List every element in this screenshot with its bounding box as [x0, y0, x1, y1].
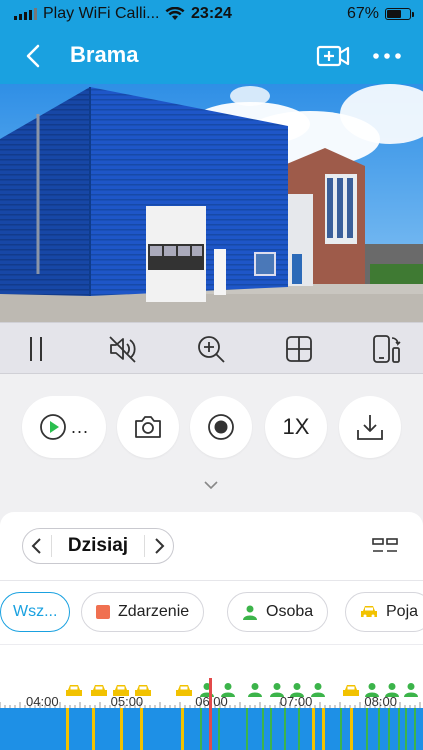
person-event-mark[interactable] [398, 708, 400, 750]
person-event-mark[interactable] [200, 708, 202, 750]
person-event-mark[interactable] [262, 708, 264, 750]
camera-icon [135, 416, 161, 438]
divider [0, 644, 423, 645]
battery-info: 67% [346, 5, 414, 23]
car-icon[interactable] [176, 685, 192, 696]
person-event-mark[interactable] [388, 708, 390, 750]
timeline-cursor[interactable] [209, 678, 212, 750]
date-navigator: Dzisiaj [22, 528, 174, 564]
mute-button[interactable] [108, 334, 138, 364]
filter-vehicle-label: Poja [386, 603, 419, 620]
person-icon [243, 605, 257, 620]
pause-button[interactable] [21, 334, 51, 364]
person-event-mark[interactable] [218, 708, 220, 750]
zoom-button[interactable] [196, 334, 226, 364]
speed-button[interactable]: 1X [265, 396, 327, 458]
more-options-icon[interactable] [370, 42, 404, 70]
play-circle-icon [40, 414, 66, 440]
add-camera-icon[interactable] [316, 42, 350, 70]
filter-chip-event[interactable]: Zdarzenie [81, 592, 205, 632]
back-chevron-icon[interactable] [20, 42, 48, 70]
car-icon [361, 606, 377, 618]
person-icon[interactable] [248, 683, 262, 697]
divider [0, 580, 423, 581]
player-toolbar [0, 322, 423, 374]
event-timeline[interactable]: 04:0005:0006:0007:0008:00 [0, 678, 423, 750]
camera-video-feed[interactable] [0, 84, 423, 322]
person-icon[interactable] [404, 683, 418, 697]
record-icon [208, 414, 234, 440]
previous-day-button[interactable] [23, 529, 51, 563]
filter-chip-person[interactable]: Osoba [227, 592, 329, 632]
vehicle-event-mark[interactable] [92, 708, 95, 750]
car-icon[interactable] [343, 685, 359, 696]
filter-all-label: Wsz... [13, 603, 58, 620]
next-day-button[interactable] [145, 529, 173, 563]
chevron-left-icon [31, 538, 41, 554]
vehicle-event-mark[interactable] [120, 708, 123, 750]
playback-label: ... [70, 416, 89, 437]
view-mode-icon[interactable] [372, 536, 398, 556]
snapshot-button[interactable] [117, 396, 179, 458]
grid-icon [286, 336, 312, 362]
person-event-mark[interactable] [284, 708, 286, 750]
vehicle-event-mark[interactable] [140, 708, 143, 750]
filter-chip-vehicle[interactable]: Poja [345, 592, 423, 632]
rotate-screen-button[interactable] [371, 334, 401, 364]
car-icon[interactable] [135, 685, 151, 696]
date-label[interactable]: Dzisiaj [51, 535, 145, 557]
vehicle-event-mark[interactable] [312, 708, 315, 750]
person-event-mark[interactable] [378, 708, 380, 750]
speaker-muted-icon [109, 336, 136, 363]
grid-view-button[interactable] [284, 334, 314, 364]
speed-label: 1X [282, 414, 310, 439]
car-icon[interactable] [91, 685, 107, 696]
person-icon[interactable] [270, 683, 284, 697]
download-button[interactable] [339, 396, 401, 458]
person-icon[interactable] [290, 683, 304, 697]
nav-bar: Brama [0, 28, 423, 84]
pause-icon [30, 337, 42, 361]
download-icon [357, 415, 383, 440]
battery-percent: 67% [346, 5, 379, 22]
vehicle-event-mark[interactable] [181, 708, 184, 750]
car-icon[interactable] [113, 685, 129, 696]
rotate-phone-icon [373, 335, 401, 363]
vehicle-event-mark[interactable] [350, 708, 353, 750]
camera-image [0, 84, 423, 322]
page-title: Brama [70, 42, 139, 67]
event-square-icon [96, 605, 110, 619]
chevron-down-icon[interactable] [202, 478, 220, 492]
battery-icon [385, 8, 414, 20]
vehicle-event-mark[interactable] [322, 708, 325, 750]
playback-controls: ... 1X [0, 374, 423, 512]
person-event-mark[interactable] [298, 708, 300, 750]
filter-chip-all[interactable]: Wsz... [0, 592, 71, 632]
car-icon[interactable] [66, 685, 82, 696]
person-icon[interactable] [221, 683, 235, 697]
person-event-mark[interactable] [246, 708, 248, 750]
person-icon[interactable] [311, 683, 325, 697]
person-event-mark[interactable] [340, 708, 342, 750]
playback-button[interactable]: ... [22, 396, 106, 458]
zoom-in-icon [198, 336, 225, 363]
chevron-right-icon [155, 538, 165, 554]
person-event-mark[interactable] [366, 708, 368, 750]
person-icon[interactable] [385, 683, 399, 697]
status-bar: Play WiFi Calli... 23:24 67% [0, 0, 423, 28]
person-event-mark[interactable] [405, 708, 407, 750]
timeline-panel: Dzisiaj Wsz... Zdarzenie Osoba Poja 04:0… [0, 512, 423, 750]
filter-person-label: Osoba [266, 603, 314, 620]
person-icon[interactable] [365, 683, 379, 697]
person-event-mark[interactable] [270, 708, 272, 750]
record-button[interactable] [190, 396, 252, 458]
filter-event-label: Zdarzenie [118, 603, 190, 620]
vehicle-event-mark[interactable] [66, 708, 69, 750]
person-event-mark[interactable] [414, 708, 416, 750]
